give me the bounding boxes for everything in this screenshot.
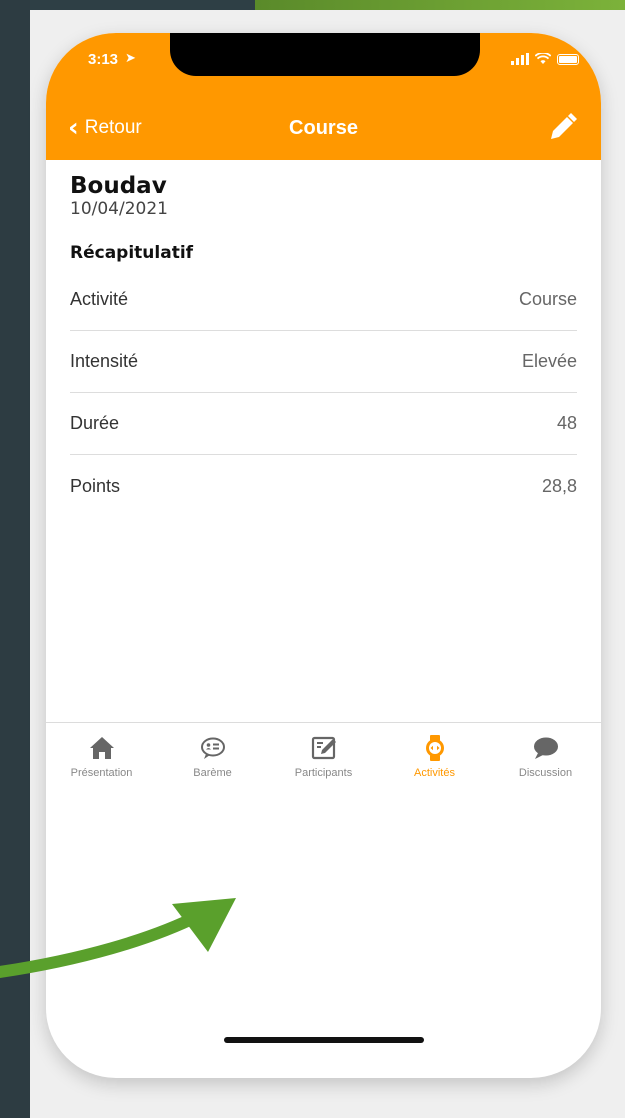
row-value: 48 — [556, 413, 577, 433]
tab-label: Barème — [193, 767, 232, 779]
green-arrow-annotation — [0, 898, 236, 978]
row-label: Intensité — [70, 351, 139, 371]
watch-icon — [425, 735, 444, 761]
background-top-accent — [255, 0, 625, 10]
tab-discussion[interactable]: Discussion — [490, 723, 601, 800]
signal-icon — [511, 53, 529, 65]
row-value: Elevée — [521, 351, 577, 371]
activity-detail: Boudav 10/04/2021 Récapitulatif Activité… — [70, 173, 577, 517]
tab-activites[interactable]: Activités — [379, 723, 490, 800]
chat-bubble-icon — [533, 737, 558, 759]
row-label: Durée — [70, 413, 120, 433]
phone-notch — [170, 33, 480, 76]
list-item: Durée 48 — [70, 393, 577, 455]
row-value: Course — [518, 289, 577, 309]
edit-board-icon — [311, 736, 336, 760]
status-time: 3:13 — [88, 51, 119, 68]
row-value: 28,8 — [541, 475, 577, 496]
row-label: Points — [70, 475, 121, 496]
list-item: Activité Course — [70, 269, 577, 331]
home-indicator — [224, 1037, 424, 1043]
tab-label: Discussion — [518, 767, 573, 779]
list-item: Points 28,8 — [70, 455, 577, 517]
tab-label: Présentation — [70, 767, 133, 779]
location-arrow-icon: ➤ — [125, 51, 136, 66]
recap-list: Activité Course Intensité Elevée Durée 4… — [70, 269, 577, 517]
list-item: Intensité Elevée — [70, 331, 577, 393]
section-title: Récapitulatif — [70, 243, 194, 263]
page-title: Course — [289, 117, 358, 139]
tab-label: Participants — [294, 767, 353, 779]
wifi-icon — [535, 53, 551, 64]
chat-list-icon — [200, 737, 225, 759]
status-icons — [511, 53, 579, 65]
app-header: 3:13 ➤ ‹ Retour Course — [46, 33, 601, 160]
participant-name: Boudav — [70, 173, 167, 199]
tab-participants[interactable]: Participants — [268, 723, 379, 800]
tab-presentation[interactable]: Présentation — [46, 723, 157, 800]
tab-bareme[interactable]: Barème — [157, 723, 268, 800]
home-icon — [89, 737, 114, 759]
battery-icon — [557, 53, 579, 65]
edit-pencil-icon[interactable] — [545, 111, 579, 145]
activity-date: 10/04/2021 — [70, 199, 168, 219]
row-label: Activité — [70, 289, 129, 309]
tab-label: Activités — [414, 767, 455, 779]
bottom-tab-bar: Présentation Barème Participants Activit… — [46, 722, 601, 800]
